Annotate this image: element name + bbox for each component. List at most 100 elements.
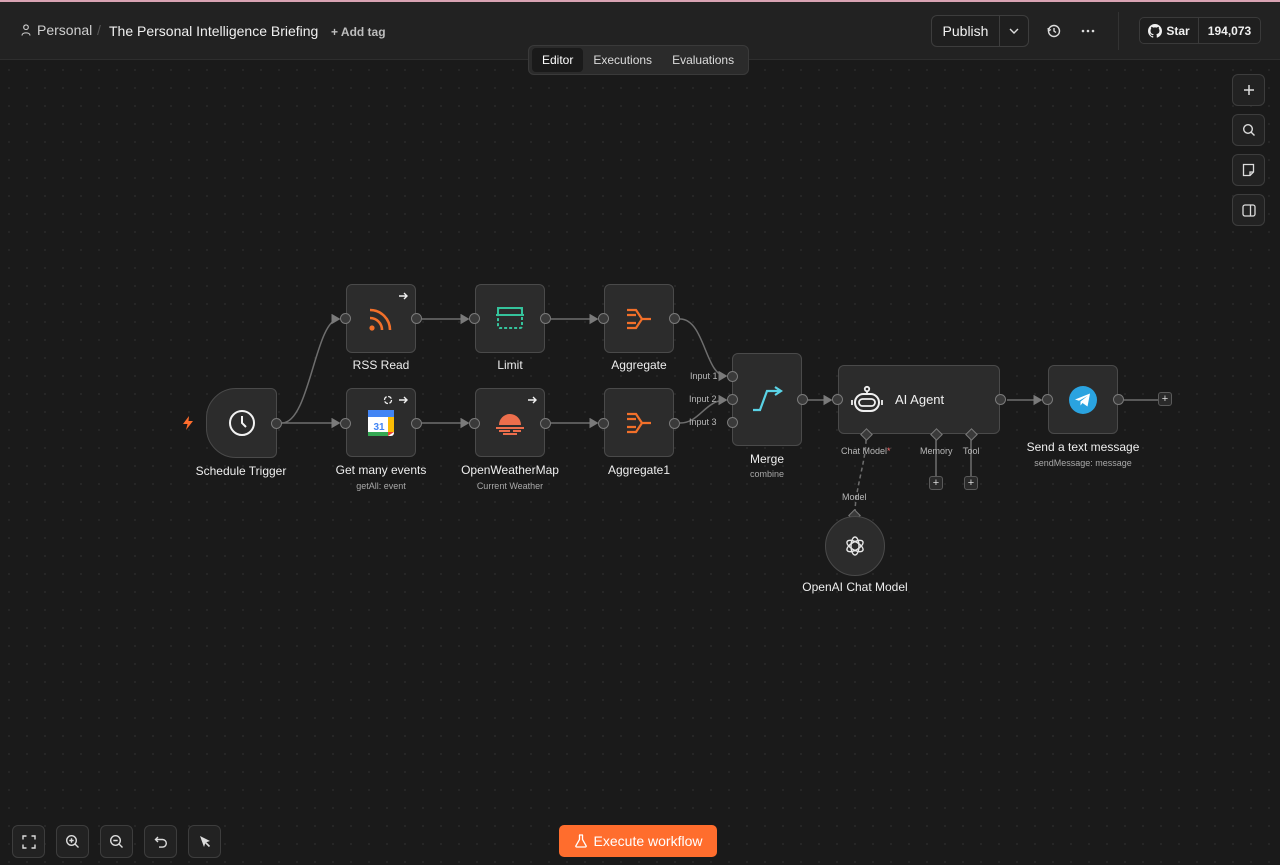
- merge-icon: [753, 385, 783, 411]
- cursor-mode-button[interactable]: [188, 825, 221, 858]
- search-nodes-button[interactable]: [1232, 114, 1265, 146]
- search-icon: [1242, 123, 1255, 136]
- telegram-icon: [1069, 385, 1097, 414]
- telegram-input-port[interactable]: [1042, 394, 1053, 405]
- tab-editor[interactable]: Editor: [532, 48, 584, 72]
- github-icon: [1148, 23, 1163, 38]
- limit-input-port[interactable]: [469, 313, 480, 324]
- add-tag-button[interactable]: + Add tag: [331, 25, 386, 39]
- view-tabs: Editor Executions Evaluations: [528, 45, 749, 75]
- breadcrumb-project[interactable]: Personal: [21, 22, 92, 38]
- aggregate-input-port[interactable]: [598, 313, 609, 324]
- tab-executions[interactable]: Executions: [583, 48, 662, 72]
- github-star-button[interactable]: Star: [1140, 18, 1199, 43]
- fit-view-button[interactable]: [12, 825, 45, 858]
- events-input-port[interactable]: [340, 418, 351, 429]
- publish-menu-button[interactable]: [1000, 16, 1028, 46]
- agent-input-port[interactable]: [832, 394, 843, 405]
- merge-input2-port[interactable]: [727, 394, 738, 405]
- aggregate1-output-port[interactable]: [669, 418, 680, 429]
- aggregate1-label: Aggregate1: [607, 463, 671, 477]
- arrow-right-icon: [399, 396, 408, 404]
- person-icon: [21, 24, 31, 36]
- model-port-label: Model: [842, 492, 867, 502]
- limit-node[interactable]: [475, 284, 545, 353]
- zoom-in-button[interactable]: [56, 825, 89, 858]
- limit-label: Limit: [497, 358, 523, 372]
- chat-model-port-label: Chat Model*: [841, 446, 891, 456]
- cursor-icon: [199, 835, 210, 847]
- undo-button[interactable]: [144, 825, 177, 858]
- panel-right-icon: [1241, 203, 1256, 217]
- more-options-icon[interactable]: [1080, 24, 1096, 38]
- telegram-output-port[interactable]: [1113, 394, 1124, 405]
- execute-workflow-button[interactable]: Execute workflow: [559, 825, 717, 857]
- merge-input1-port[interactable]: [727, 371, 738, 382]
- zoom-out-button[interactable]: [100, 825, 133, 858]
- weather-input-port[interactable]: [469, 418, 480, 429]
- weather-output-port[interactable]: [540, 418, 551, 429]
- aggregate1-input-port[interactable]: [598, 418, 609, 429]
- workflow-title[interactable]: The Personal Intelligence Briefing: [109, 23, 318, 39]
- ai-agent-node[interactable]: AI Agent: [838, 365, 1000, 434]
- weather-sublabel: Current Weather: [476, 481, 544, 491]
- limit-output-port[interactable]: [540, 313, 551, 324]
- canvas-side-toolbar: [1232, 74, 1265, 226]
- header-divider: [1118, 12, 1119, 50]
- events-label: Get many events: [335, 463, 427, 477]
- add-node-button[interactable]: [1232, 74, 1265, 106]
- zoom-out-icon: [109, 834, 123, 848]
- breadcrumb-separator: /: [97, 22, 101, 38]
- history-icon[interactable]: [1046, 23, 1062, 39]
- openai-label: OpenAI Chat Model: [802, 580, 908, 594]
- aggregate-node[interactable]: [604, 284, 674, 353]
- google-calendar-icon: 31: [368, 409, 394, 436]
- fit-view-icon: [21, 834, 36, 849]
- refresh-icon: [383, 395, 393, 405]
- merge-sublabel: combine: [749, 469, 785, 479]
- tool-port-label: Tool: [963, 446, 980, 456]
- merge-node[interactable]: [732, 353, 802, 446]
- agent-output-port[interactable]: [995, 394, 1006, 405]
- execute-workflow-label: Execute workflow: [593, 833, 703, 849]
- openai-chat-model-node[interactable]: [825, 516, 885, 576]
- zoom-in-icon: [65, 834, 79, 848]
- add-tool-button[interactable]: +: [964, 476, 978, 490]
- memory-port-label: Memory: [920, 446, 953, 456]
- canvas-bottom-toolbar: [12, 825, 221, 858]
- schedule-trigger-node[interactable]: [206, 388, 277, 458]
- undo-icon: [154, 836, 167, 848]
- merge-output-port[interactable]: [797, 394, 808, 405]
- clock-icon: [228, 410, 255, 436]
- tab-evaluations[interactable]: Evaluations: [662, 48, 744, 72]
- aggregate-icon: [627, 412, 651, 433]
- aggregate-label: Aggregate: [611, 358, 667, 372]
- project-name: Personal: [37, 22, 93, 38]
- rss-icon: [369, 308, 392, 331]
- aggregate1-node[interactable]: [604, 388, 674, 457]
- telegram-sublabel: sendMessage: message: [1034, 458, 1132, 468]
- toggle-panel-button[interactable]: [1232, 194, 1265, 226]
- calendar-day-text: 31: [373, 422, 385, 433]
- merge-input2-label: Input 2: [689, 394, 717, 404]
- github-star-widget[interactable]: Star 194,073: [1139, 17, 1261, 44]
- merge-label: Merge: [749, 452, 785, 466]
- rss-output-port[interactable]: [411, 313, 422, 324]
- rss-input-port[interactable]: [340, 313, 351, 324]
- events-sublabel: getAll: event: [356, 481, 406, 491]
- add-next-node-button[interactable]: +: [1158, 392, 1172, 406]
- required-mark: *: [887, 446, 891, 456]
- telegram-node[interactable]: [1048, 365, 1118, 434]
- publish-group: Publish: [931, 15, 1029, 47]
- merge-input3-port[interactable]: [727, 417, 738, 428]
- sticky-note-icon: [1242, 163, 1255, 177]
- add-memory-button[interactable]: +: [929, 476, 943, 490]
- sticky-note-button[interactable]: [1232, 154, 1265, 186]
- events-output-port[interactable]: [411, 418, 422, 429]
- robot-icon: [851, 385, 883, 412]
- ai-agent-label: AI Agent: [895, 392, 945, 407]
- weather-label: OpenWeatherMap: [461, 463, 559, 477]
- publish-button[interactable]: Publish: [932, 16, 1000, 46]
- schedule-output-port[interactable]: [271, 418, 282, 429]
- aggregate-output-port[interactable]: [669, 313, 680, 324]
